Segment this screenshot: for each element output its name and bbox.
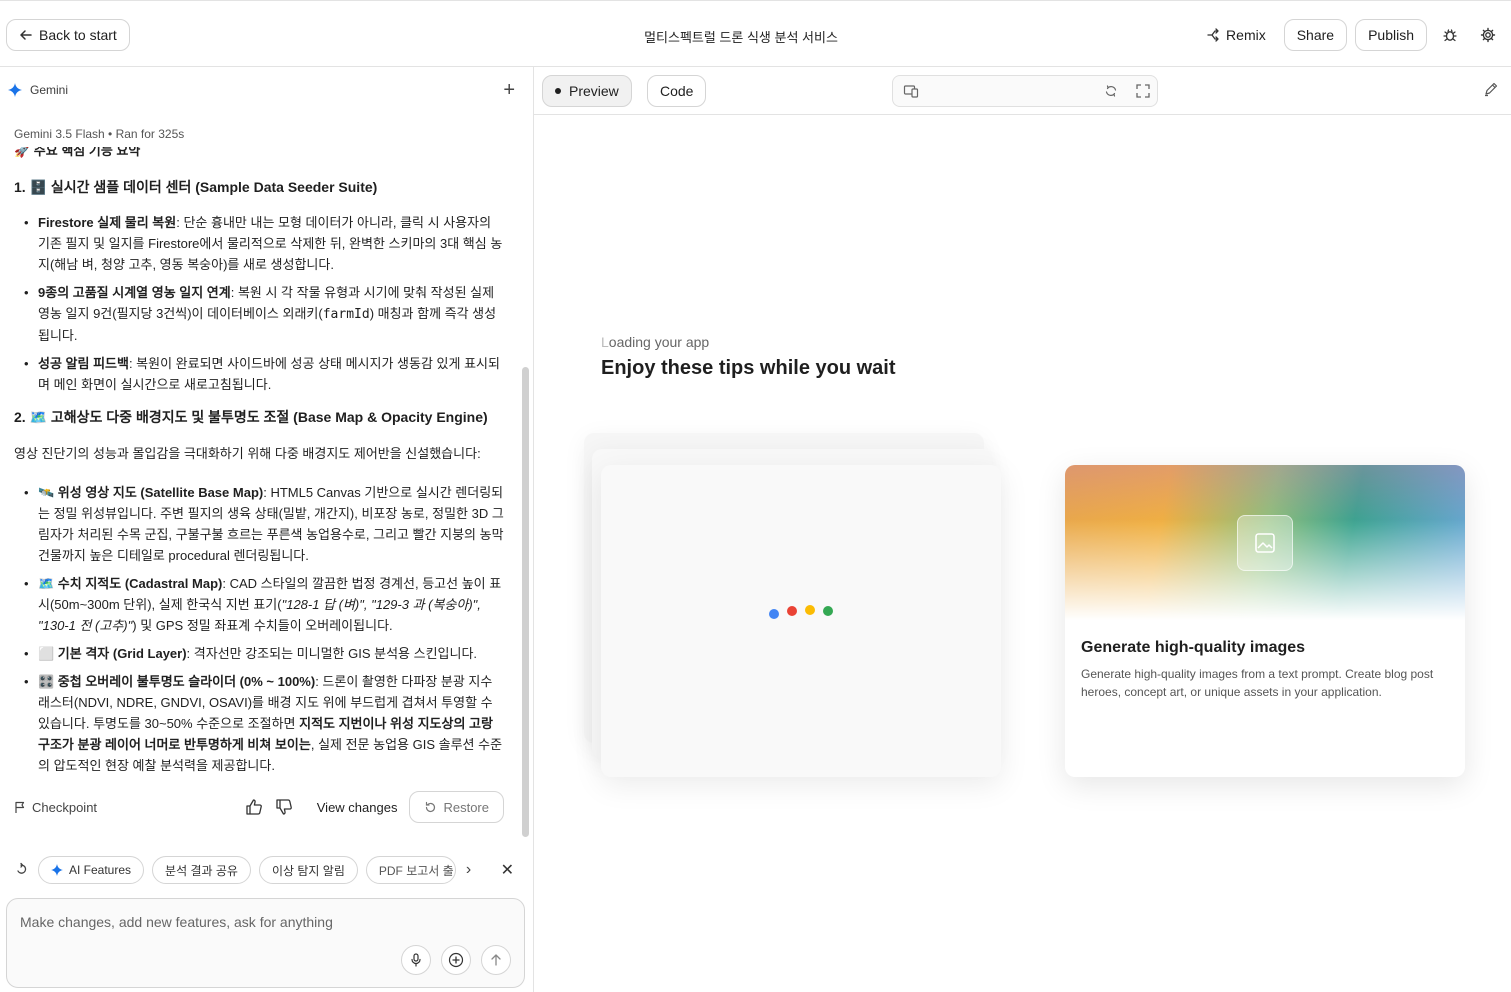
settings-gear-icon[interactable] bbox=[1473, 19, 1503, 51]
top-bar: Back to start 멀티스펙트럴 드론 식생 분석 서비스 Remix … bbox=[0, 0, 1511, 67]
preview-toolbar: Preview Code bbox=[534, 67, 1511, 115]
active-dot bbox=[555, 88, 561, 94]
list-item: 성공 알림 피드백: 복원이 완료되면 사이드바에 성공 상태 메시지가 생동감… bbox=[24, 353, 504, 395]
list-item: ⬜ 기본 격자 (Grid Layer): 격자선만 강조되는 미니멀한 GIS… bbox=[24, 643, 504, 664]
remix-icon bbox=[1207, 28, 1219, 42]
annotate-pen-icon[interactable] bbox=[1483, 81, 1499, 97]
preview-panel: Preview Code Loading your app Enjoy thes… bbox=[534, 67, 1511, 992]
send-arrow-icon[interactable] bbox=[481, 945, 511, 975]
dot-red bbox=[787, 606, 797, 616]
chat-message: 🚀 주요 핵심 기능 요약 1. 🗄️ 실시간 샘플 데이터 센터 (Sampl… bbox=[14, 147, 510, 787]
list-item: 🎛️ 중첩 오버레이 불투명도 슬라이더 (0% ~ 100%): 드론이 촬영… bbox=[24, 671, 504, 776]
chip-anomaly-alert[interactable]: 이상 탐지 알림 bbox=[258, 856, 358, 884]
message-actions: Checkpoint View changes Restore bbox=[14, 790, 504, 824]
suggestion-chips: AI Features 분석 결과 공유 이상 탐지 알림 PDF 보고서 출 … bbox=[14, 856, 524, 884]
tab-preview[interactable]: Preview bbox=[542, 75, 632, 107]
run-meta: Gemini 3.5 Flash • Ran for 325s bbox=[14, 127, 185, 141]
sparkle-icon bbox=[51, 864, 63, 876]
chip-share-results[interactable]: 분석 결과 공유 bbox=[152, 856, 251, 884]
section2-title: 2. 🗺️ 고해상도 다중 배경지도 및 불투명도 조절 (Base Map &… bbox=[14, 409, 488, 425]
view-changes-button[interactable]: View changes bbox=[317, 800, 398, 815]
prompt-composer[interactable]: Make changes, add new features, ask for … bbox=[6, 898, 525, 988]
refresh-suggestions-icon[interactable] bbox=[14, 862, 30, 878]
gemini-sparkle-icon bbox=[8, 83, 22, 97]
list-item: 🛰️ 위성 영상 지도 (Satellite Base Map): HTML5 … bbox=[24, 482, 504, 566]
cut-heading: 🚀 주요 핵심 기능 요약 bbox=[14, 147, 141, 158]
reload-icon[interactable] bbox=[1103, 83, 1119, 99]
tips-title: Enjoy these tips while you wait bbox=[601, 357, 896, 379]
tip-title: Generate high-quality images bbox=[1081, 639, 1306, 656]
thumbs-down-icon[interactable] bbox=[275, 798, 293, 816]
tip-description: Generate high-quality images from a text… bbox=[1081, 667, 1434, 699]
list-item: 🗺️ 수치 지적도 (Cadastral Map): CAD 스타일의 깔끔한 … bbox=[24, 573, 504, 636]
image-icon bbox=[1237, 515, 1293, 571]
mic-icon[interactable] bbox=[401, 945, 431, 975]
loading-card bbox=[601, 465, 1001, 777]
chip-ai-features[interactable]: AI Features bbox=[38, 856, 145, 884]
checkpoint-label: Checkpoint bbox=[32, 799, 98, 815]
thumbs-up-icon[interactable] bbox=[245, 798, 263, 816]
prompt-placeholder: Make changes, add new features, ask for … bbox=[20, 914, 333, 930]
bug-icon[interactable] bbox=[1435, 19, 1465, 51]
section2-intro: 영상 진단기의 성능과 몰입감을 극대화하기 위해 다중 배경지도 제어반을 신… bbox=[14, 446, 481, 461]
chip-pdf-report[interactable]: PDF 보고서 출 bbox=[365, 856, 456, 884]
close-icon[interactable]: ✕ bbox=[501, 860, 514, 880]
chevron-right-icon[interactable]: › bbox=[466, 861, 471, 879]
share-button[interactable]: Share bbox=[1283, 19, 1348, 51]
remix-label: Remix bbox=[1226, 27, 1266, 43]
remix-button[interactable]: Remix bbox=[1196, 19, 1276, 51]
restore-button[interactable]: Restore bbox=[409, 791, 504, 823]
dot-green bbox=[823, 606, 833, 616]
model-name: Gemini bbox=[30, 83, 69, 97]
flag-icon bbox=[15, 801, 25, 813]
checkpoint-button[interactable]: Checkpoint bbox=[14, 800, 97, 815]
list-item: 9종의 고품질 시계열 영농 일지 연계: 복원 시 각 작물 유형과 시기에 … bbox=[24, 282, 504, 346]
chat-panel: Gemini + Gemini 3.5 Flash • Ran for 325s… bbox=[0, 67, 534, 992]
list-item: Firestore 실제 물리 복원: 단순 흉내만 내는 모형 데이터가 아니… bbox=[24, 212, 504, 275]
model-header: Gemini bbox=[8, 83, 68, 97]
loading-dots bbox=[769, 603, 833, 619]
new-chat-plus-icon[interactable]: + bbox=[503, 79, 515, 102]
fullscreen-icon[interactable] bbox=[1135, 83, 1151, 99]
add-attachment-icon[interactable] bbox=[441, 945, 471, 975]
preview-url-bar[interactable] bbox=[892, 75, 1158, 107]
publish-button[interactable]: Publish bbox=[1355, 19, 1427, 51]
dot-blue bbox=[769, 609, 779, 619]
tab-code[interactable]: Code bbox=[647, 75, 707, 107]
chat-scrollbar[interactable] bbox=[522, 367, 529, 837]
device-icon[interactable] bbox=[903, 83, 919, 99]
loading-label: Loading your app bbox=[601, 334, 710, 350]
section1-title: 1. 🗄️ 실시간 샘플 데이터 센터 (Sample Data Seeder … bbox=[14, 179, 378, 195]
restore-icon bbox=[426, 801, 436, 812]
tip-card: Generate high-quality images Generate hi… bbox=[1065, 465, 1465, 777]
restore-label: Restore bbox=[443, 799, 489, 815]
dot-yellow bbox=[805, 605, 815, 615]
